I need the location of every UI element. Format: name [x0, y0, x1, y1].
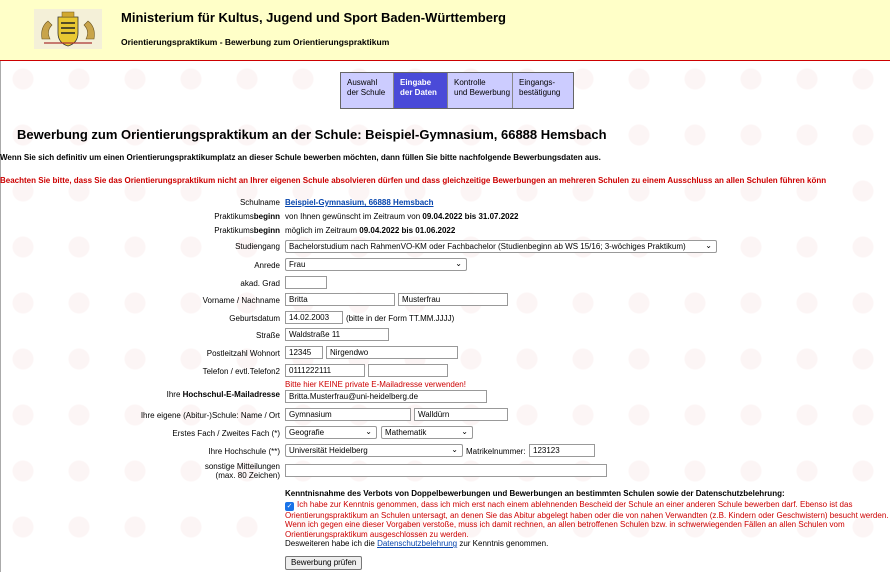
intro-text: Wenn Sie sich definitiv um einen Orienti…	[0, 153, 601, 162]
ministry-title: Ministerium für Kultus, Jugend und Sport…	[121, 10, 506, 25]
beginn-possible-pre: möglich im Zeitraum	[285, 226, 360, 235]
step-label: Eingabe	[400, 78, 432, 87]
privacy-link[interactable]: Datenschutzbelehrung	[377, 539, 457, 548]
anrede-label: Anrede	[254, 261, 280, 270]
beginn-wish: von Ihnen gewünscht im Zeitraum von 09.0…	[285, 212, 519, 221]
fach2-value: Mathematik	[385, 428, 427, 437]
studiengang-select[interactable]: Bachelorstudium nach RahmenVO-KM oder Fa…	[285, 240, 717, 253]
consent-text: Ich habe zur Kenntnis genommen, dass ich…	[285, 499, 889, 539]
beginn-wish-date2: 31.07.2022	[478, 212, 519, 221]
telefon2-input[interactable]	[368, 364, 448, 377]
step-label: und Bewerbung	[454, 88, 511, 97]
step-label: Eingangs-	[519, 78, 556, 87]
step-label: Auswahl	[347, 78, 378, 87]
hochschule-value: Universität Heidelberg	[289, 446, 368, 455]
email-label: Ihre Hochschul-E-Mailadresse	[167, 390, 280, 399]
step-label: der Daten	[400, 88, 437, 97]
beginn-wish-mid: bis	[462, 212, 479, 221]
name-label: Vorname / Nachname	[202, 296, 280, 305]
step-label: der Schule	[347, 88, 386, 97]
page-subtitle: Orientierungspraktikum - Bewerbung zum O…	[121, 37, 390, 47]
geburt-input[interactable]: 14.02.2003	[285, 311, 343, 324]
email-label-a: Ihre	[166, 390, 183, 399]
schule-label: Ihre eigene (Abitur-)Schule: Name / Ort	[140, 411, 280, 420]
fach1-select[interactable]: Geografie ⌄	[285, 426, 377, 439]
sonstige-label-1: sonstige Mitteilungen	[204, 462, 280, 471]
sonstige-input[interactable]	[285, 464, 607, 477]
chevron-down-icon: ⌄	[705, 241, 712, 250]
schulname-link[interactable]: Beispiel-Gymnasium, 66888 Hemsbach	[285, 198, 434, 207]
fach2-select[interactable]: Mathematik ⌄	[381, 426, 473, 439]
geburt-label: Geburtsdatum	[229, 314, 280, 323]
warning-text: Beachten Sie bitte, dass Sie das Orienti…	[0, 176, 827, 185]
schulname-label: Schulname	[239, 198, 280, 207]
chevron-down-icon: ⌄	[365, 427, 372, 436]
email-input[interactable]: Britta.Musterfrau@uni-heidelberg.de	[285, 390, 487, 403]
step-eingabe[interactable]: Eingabe der Daten	[394, 73, 448, 108]
consent-text-wrap: ✓ Ich habe zur Kenntnis genommen, dass ic…	[285, 500, 890, 540]
chevron-down-icon: ⌄	[455, 259, 462, 268]
plz-input[interactable]: 12345	[285, 346, 323, 359]
header-banner: Ministerium für Kultus, Jugend und Sport…	[0, 0, 890, 61]
email-warning: Bitte hier KEINE private E-Mailadresse v…	[285, 380, 466, 389]
geburt-hint: (bitte in der Form TT.MM.JJJJ)	[346, 314, 455, 323]
matrikel-label: Matrikelnummer:	[466, 447, 526, 456]
sonstige-label-2: (max. 80 Zeichen)	[215, 471, 280, 480]
step-label: Kontrolle	[454, 78, 486, 87]
nachname-input[interactable]: Musterfrau	[398, 293, 508, 306]
consent-block: Kenntnisnahme des Verbots von Doppelbewe…	[285, 489, 890, 549]
submit-button[interactable]: Bewerbung prüfen	[285, 556, 363, 570]
telefon-label: Telefon / evtl.Telefon2	[202, 367, 280, 376]
chevron-down-icon: ⌄	[461, 427, 468, 436]
step-label: bestätigung	[519, 88, 561, 97]
studiengang-label: Studiengang	[235, 242, 280, 251]
step-auswahl[interactable]: Auswahl der Schule	[341, 73, 394, 108]
beginn-possible-dates: 09.04.2022 bis 01.06.2022	[359, 226, 456, 235]
step-navigation: Auswahl der Schule Eingabe der Daten Kon…	[340, 72, 574, 109]
anrede-value: Frau	[289, 260, 306, 269]
strasse-input[interactable]: Waldstraße 11	[285, 328, 389, 341]
beginn-wish-date1: 09.04.2022	[422, 212, 463, 221]
privacy-pre: Desweiteren habe ich die	[285, 539, 378, 548]
telefon-input[interactable]: 0111222111	[285, 364, 365, 377]
email-warning-text: Bitte hier KEINE private E-Mailadresse v…	[285, 380, 466, 389]
privacy-line: Desweiteren habe ich die Datenschutzbele…	[285, 539, 890, 549]
step-eingangsbestaetigung[interactable]: Eingangs- bestätigung	[513, 73, 573, 108]
consent-title: Kenntnisnahme des Verbots von Doppelbewe…	[285, 489, 785, 498]
grad-label: akad. Grad	[240, 279, 280, 288]
beginn-label-2: Praktikumsbeginn	[214, 226, 280, 235]
sonstige-label: sonstige Mitteilungen (max. 80 Zeichen)	[205, 462, 280, 480]
beginn-wish-pre: von Ihnen gewünscht im Zeitraum von	[285, 212, 423, 221]
hochschule-label: Ihre Hochschule (**)	[208, 447, 280, 456]
ort-input[interactable]: Nirgendwo	[326, 346, 458, 359]
fach-label: Erstes Fach / Zweites Fach (*)	[172, 429, 280, 438]
grad-input[interactable]	[285, 276, 327, 289]
beginn-label-b: beginn	[253, 212, 280, 221]
beginn-label: Praktikumsbeginn	[214, 212, 280, 221]
step-kontrolle[interactable]: Kontrolle und Bewerbung	[448, 73, 513, 108]
studiengang-value: Bachelorstudium nach RahmenVO-KM oder Fa…	[289, 242, 686, 251]
chevron-down-icon: ⌄	[451, 445, 458, 454]
beginn-possible: möglich im Zeitraum 09.04.2022 bis 01.06…	[285, 226, 455, 235]
schule-ort-input[interactable]: Walldürn	[414, 408, 508, 421]
email-label-b: Hochschul-E-Mailadresse	[182, 390, 280, 399]
beginn-label-b: beginn	[253, 226, 280, 235]
plz-label: Postleitzahl Wohnort	[206, 349, 280, 358]
hochschule-select[interactable]: Universität Heidelberg ⌄	[285, 444, 463, 457]
coat-of-arms-icon	[34, 9, 102, 49]
schule-name-input[interactable]: Gymnasium	[285, 408, 411, 421]
privacy-post: zur Kenntnis genommen.	[457, 539, 549, 548]
strasse-label: Straße	[255, 331, 280, 340]
beginn-label-a: Praktikums	[214, 226, 254, 235]
page-title: Bewerbung zum Orientierungspraktikum an …	[17, 127, 607, 142]
fach1-value: Geografie	[289, 428, 325, 437]
consent-checkbox[interactable]: ✓	[285, 501, 294, 511]
vorname-input[interactable]: Britta	[285, 293, 395, 306]
matrikel-input[interactable]: 123123	[529, 444, 595, 457]
anrede-select[interactable]: Frau ⌄	[285, 258, 467, 271]
beginn-label-a: Praktikums	[214, 212, 254, 221]
